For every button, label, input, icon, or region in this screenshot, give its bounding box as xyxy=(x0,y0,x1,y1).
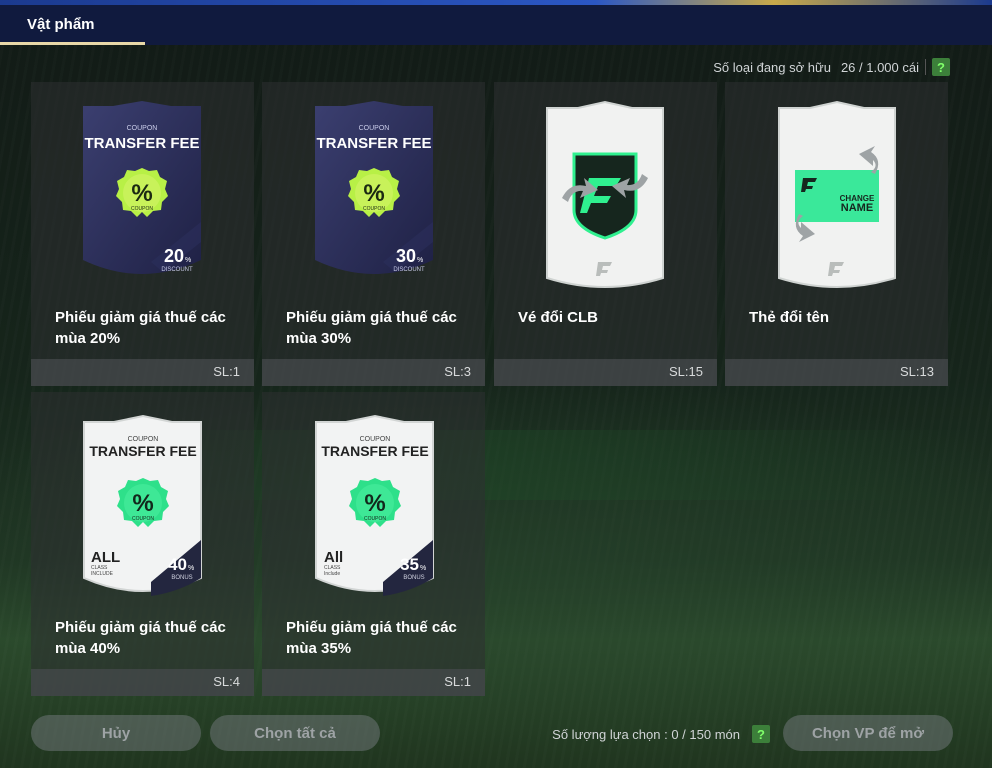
discount-sign: % xyxy=(185,257,191,264)
item-name: Vé đổi CLB xyxy=(518,309,599,326)
badge-symbol: % xyxy=(131,180,152,207)
badge-symbol: % xyxy=(363,180,384,207)
item-name: Phiếu giảm giá thuế các mùa 20% xyxy=(55,309,226,347)
badge-symbol: % xyxy=(132,490,153,517)
discount-word: DISCOUNT xyxy=(161,267,193,273)
coupon-small-label: COUPON xyxy=(359,125,390,132)
badge-text: COUPON xyxy=(364,516,386,522)
card-text-name: NAME xyxy=(841,202,873,214)
item-card[interactable]: COUPON TRANSFER FEE % COUPON 20 % DISCOU… xyxy=(31,82,254,386)
item-qty: SL:13 xyxy=(900,364,934,379)
item-card[interactable]: COUPON TRANSFER FEE % COUPON All CLASS I… xyxy=(262,392,485,696)
item-card[interactable]: CHANGE NAME Thẻ đổi tên SL:13 xyxy=(725,82,948,386)
bonus-number: 40 xyxy=(168,555,187,574)
tab-items-label: Vật phẩm xyxy=(27,16,95,33)
discount-word: DISCOUNT xyxy=(393,267,425,273)
qty-bar: SL:13 xyxy=(725,359,948,386)
owned-count-label: Số loại đang sở hữu xyxy=(713,59,831,75)
item-qty: SL:3 xyxy=(444,364,471,379)
item-qty: SL:15 xyxy=(669,364,703,379)
owned-count-value: 26 / 1.000 cái xyxy=(840,59,919,75)
help-icon[interactable]: ? xyxy=(752,725,770,743)
coupon-small-label: COUPON xyxy=(360,436,391,443)
class-big: ALL xyxy=(91,549,120,566)
qty-bar: SL:4 xyxy=(31,669,254,696)
class-big: All xyxy=(324,549,343,566)
item-name: Phiếu giảm giá thuế các mùa 40% xyxy=(55,619,226,657)
item-card[interactable]: COUPON TRANSFER FEE % COUPON ALL CLASS I… xyxy=(31,392,254,696)
club-ticket-icon xyxy=(546,100,664,288)
owned-count-bar: Số loại đang sở hữu 26 / 1.000 cái ? xyxy=(713,57,950,77)
coupon-30-icon: COUPON TRANSFER FEE % COUPON 30 % DISCOU… xyxy=(315,101,433,274)
bonus-sign: % xyxy=(188,565,194,572)
coupon-40-icon: COUPON TRANSFER FEE % COUPON ALL CLASS I… xyxy=(83,414,202,596)
qty-bar: SL:3 xyxy=(262,359,485,386)
bonus-number: 35 xyxy=(400,555,419,574)
help-icon[interactable]: ? xyxy=(932,58,950,76)
badge-symbol: % xyxy=(364,490,385,517)
coupon-title: TRANSFER FEE xyxy=(316,135,431,152)
qty-bar: SL:1 xyxy=(262,669,485,696)
class-small-2: INCLUDE xyxy=(91,571,114,577)
bonus-word: BONUS xyxy=(403,575,424,581)
coupon-35-icon: COUPON TRANSFER FEE % COUPON All CLASS I… xyxy=(315,414,434,596)
name-change-card-icon: CHANGE NAME xyxy=(778,100,896,288)
divider xyxy=(925,59,926,75)
qty-bar: SL:1 xyxy=(31,359,254,386)
item-card[interactable]: COUPON TRANSFER FEE % COUPON 30 % DISCOU… xyxy=(262,82,485,386)
coupon-title: TRANSFER FEE xyxy=(89,443,196,459)
item-qty: SL:1 xyxy=(213,364,240,379)
coupon-20-icon: COUPON TRANSFER FEE % COUPON 20 % DISCOU… xyxy=(83,101,201,274)
item-name: Phiếu giảm giá thuế các mùa 35% xyxy=(286,619,457,657)
item-qty: SL:4 xyxy=(213,674,240,689)
item-card[interactable]: Vé đổi CLB SL:15 xyxy=(494,82,717,386)
class-small-2: Include xyxy=(324,571,340,577)
item-name: Phiếu giảm giá thuế các mùa 30% xyxy=(286,309,457,347)
select-all-button[interactable]: Chọn tất cả xyxy=(210,715,380,751)
discount-sign: % xyxy=(417,257,423,264)
selection-count-label: Số lượng lựa chọn : 0 / 150 món xyxy=(552,726,740,742)
selection-count: Số lượng lựa chọn : 0 / 150 món ? xyxy=(552,725,770,743)
item-qty: SL:1 xyxy=(444,674,471,689)
qty-bar: SL:15 xyxy=(494,359,717,386)
badge-text: COUPON xyxy=(132,516,154,522)
bonus-word: BONUS xyxy=(171,575,192,581)
tab-items[interactable]: Vật phẩm xyxy=(0,5,145,45)
coupon-small-label: COUPON xyxy=(127,125,158,132)
cancel-button[interactable]: Hủy xyxy=(31,715,201,751)
bonus-sign: % xyxy=(420,565,426,572)
badge-text: COUPON xyxy=(131,206,153,212)
coupon-small-label: COUPON xyxy=(128,436,159,443)
coupon-title: TRANSFER FEE xyxy=(321,443,428,459)
tab-bar: Vật phẩm xyxy=(0,5,992,45)
discount-number: 20 xyxy=(164,246,184,266)
discount-number: 30 xyxy=(396,246,416,266)
item-name: Thẻ đổi tên xyxy=(749,309,829,326)
open-selected-button[interactable]: Chọn VP để mở xyxy=(783,715,953,751)
badge-text: COUPON xyxy=(363,206,385,212)
coupon-title: TRANSFER FEE xyxy=(84,135,199,152)
